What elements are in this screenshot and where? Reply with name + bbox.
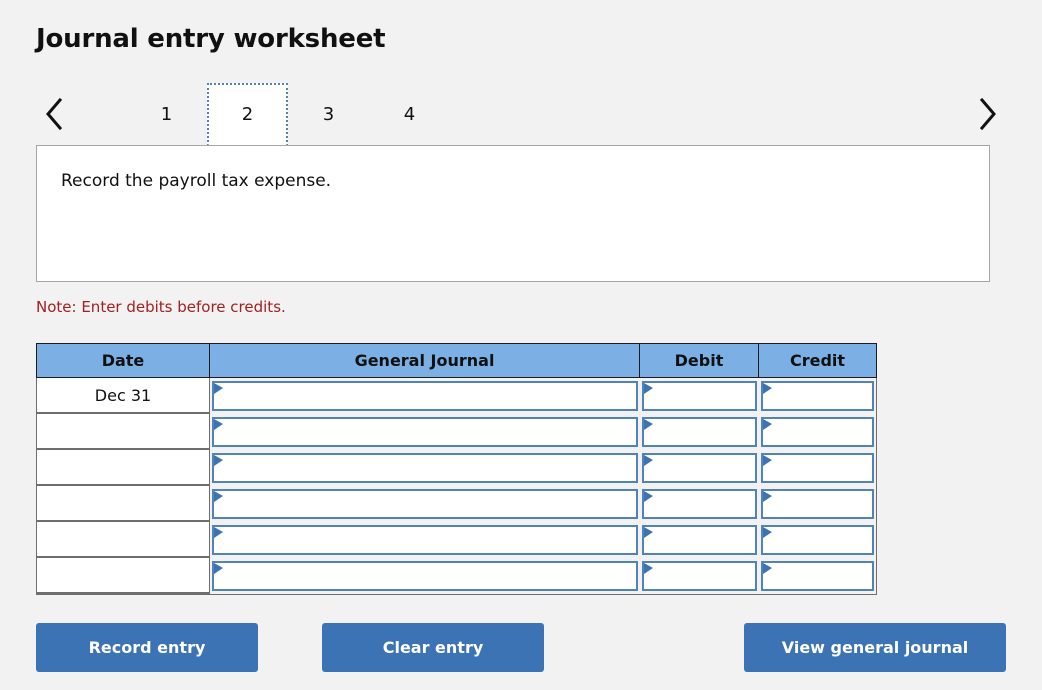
credit-cell xyxy=(759,486,876,522)
debit-input[interactable] xyxy=(642,453,757,483)
date-cell xyxy=(37,522,210,558)
debit-cell xyxy=(640,414,759,450)
column-header-credit: Credit xyxy=(759,344,876,377)
general-journal-account-select[interactable] xyxy=(212,489,638,519)
general-journal-cell xyxy=(210,450,640,486)
debit-input[interactable] xyxy=(642,417,757,447)
tab-1[interactable]: 1 xyxy=(126,83,207,146)
debit-cell xyxy=(640,378,759,414)
table-row: Dec 31 xyxy=(37,378,876,414)
instruction-text: Record the payroll tax expense. xyxy=(61,171,332,191)
date-cell xyxy=(37,414,210,450)
column-header-debit: Debit xyxy=(640,344,759,377)
credit-input[interactable] xyxy=(761,489,874,519)
credit-cell xyxy=(759,558,876,594)
debit-cell xyxy=(640,522,759,558)
general-journal-cell xyxy=(210,558,640,594)
credit-cell xyxy=(759,378,876,414)
dropdown-triangle-icon xyxy=(763,455,772,466)
dropdown-triangle-icon xyxy=(763,563,772,574)
next-entry-button[interactable] xyxy=(970,83,1006,145)
table-row xyxy=(37,414,876,450)
page-title: Journal entry worksheet xyxy=(36,24,386,54)
debit-input[interactable] xyxy=(642,561,757,591)
dropdown-triangle-icon xyxy=(644,563,653,574)
date-cell xyxy=(37,450,210,486)
dropdown-triangle-icon xyxy=(644,527,653,538)
credit-input[interactable] xyxy=(761,453,874,483)
tab-3[interactable]: 3 xyxy=(288,83,369,146)
general-journal-account-select[interactable] xyxy=(212,417,638,447)
dropdown-triangle-icon xyxy=(763,383,772,394)
credit-cell xyxy=(759,522,876,558)
general-journal-account-select[interactable] xyxy=(212,561,638,591)
general-journal-account-select[interactable] xyxy=(212,453,638,483)
dropdown-triangle-icon xyxy=(214,419,223,430)
debit-input[interactable] xyxy=(642,381,757,411)
chevron-left-icon xyxy=(43,97,65,131)
credit-cell xyxy=(759,414,876,450)
dropdown-triangle-icon xyxy=(214,455,223,466)
dropdown-triangle-icon xyxy=(763,419,772,430)
credit-input[interactable] xyxy=(761,561,874,591)
dropdown-triangle-icon xyxy=(644,491,653,502)
general-journal-account-select[interactable] xyxy=(212,381,638,411)
instruction-panel: Record the payroll tax expense. xyxy=(36,145,990,282)
general-journal-account-select[interactable] xyxy=(212,525,638,555)
table-row xyxy=(37,450,876,486)
credit-input[interactable] xyxy=(761,381,874,411)
date-cell xyxy=(37,486,210,522)
dropdown-triangle-icon xyxy=(214,563,223,574)
column-header-general-journal: General Journal xyxy=(210,344,640,377)
credit-cell xyxy=(759,450,876,486)
debit-cell xyxy=(640,558,759,594)
debit-cell xyxy=(640,486,759,522)
table-body: Dec 31 xyxy=(36,378,877,595)
table-row xyxy=(37,486,876,522)
tab-2-label: 2 xyxy=(241,104,254,125)
journal-entry-table: Date General Journal Debit Credit Dec 31 xyxy=(36,343,877,595)
dropdown-triangle-icon xyxy=(763,491,772,502)
dropdown-triangle-icon xyxy=(644,455,653,466)
view-general-journal-button[interactable]: View general journal xyxy=(744,623,1006,672)
debit-cell xyxy=(640,450,759,486)
date-cell xyxy=(37,558,210,594)
dropdown-triangle-icon xyxy=(763,527,772,538)
general-journal-cell xyxy=(210,486,640,522)
tab-1-label: 1 xyxy=(160,104,173,125)
dropdown-triangle-icon xyxy=(644,383,653,394)
worksheet-tab-strip: 1 2 3 4 xyxy=(36,83,1006,148)
tab-4-label: 4 xyxy=(403,104,416,125)
previous-entry-button[interactable] xyxy=(36,83,72,145)
tab-3-label: 3 xyxy=(322,104,335,125)
tab-4[interactable]: 4 xyxy=(369,83,450,146)
general-journal-cell xyxy=(210,414,640,450)
credit-input[interactable] xyxy=(761,417,874,447)
dropdown-triangle-icon xyxy=(214,383,223,394)
record-entry-button[interactable]: Record entry xyxy=(36,623,258,672)
debit-input[interactable] xyxy=(642,489,757,519)
dropdown-triangle-icon xyxy=(214,491,223,502)
table-header-row: Date General Journal Debit Credit xyxy=(36,343,877,378)
tab-list: 1 2 3 4 xyxy=(126,83,450,146)
debits-before-credits-note: Note: Enter debits before credits. xyxy=(36,298,286,316)
column-header-date: Date xyxy=(37,344,210,377)
table-row xyxy=(37,522,876,558)
date-cell: Dec 31 xyxy=(37,378,210,414)
chevron-right-icon xyxy=(977,97,999,131)
credit-input[interactable] xyxy=(761,525,874,555)
general-journal-cell xyxy=(210,522,640,558)
table-row xyxy=(37,558,876,594)
clear-entry-button[interactable]: Clear entry xyxy=(322,623,544,672)
tab-2[interactable]: 2 xyxy=(207,83,288,146)
debit-input[interactable] xyxy=(642,525,757,555)
dropdown-triangle-icon xyxy=(644,419,653,430)
general-journal-cell xyxy=(210,378,640,414)
dropdown-triangle-icon xyxy=(214,527,223,538)
